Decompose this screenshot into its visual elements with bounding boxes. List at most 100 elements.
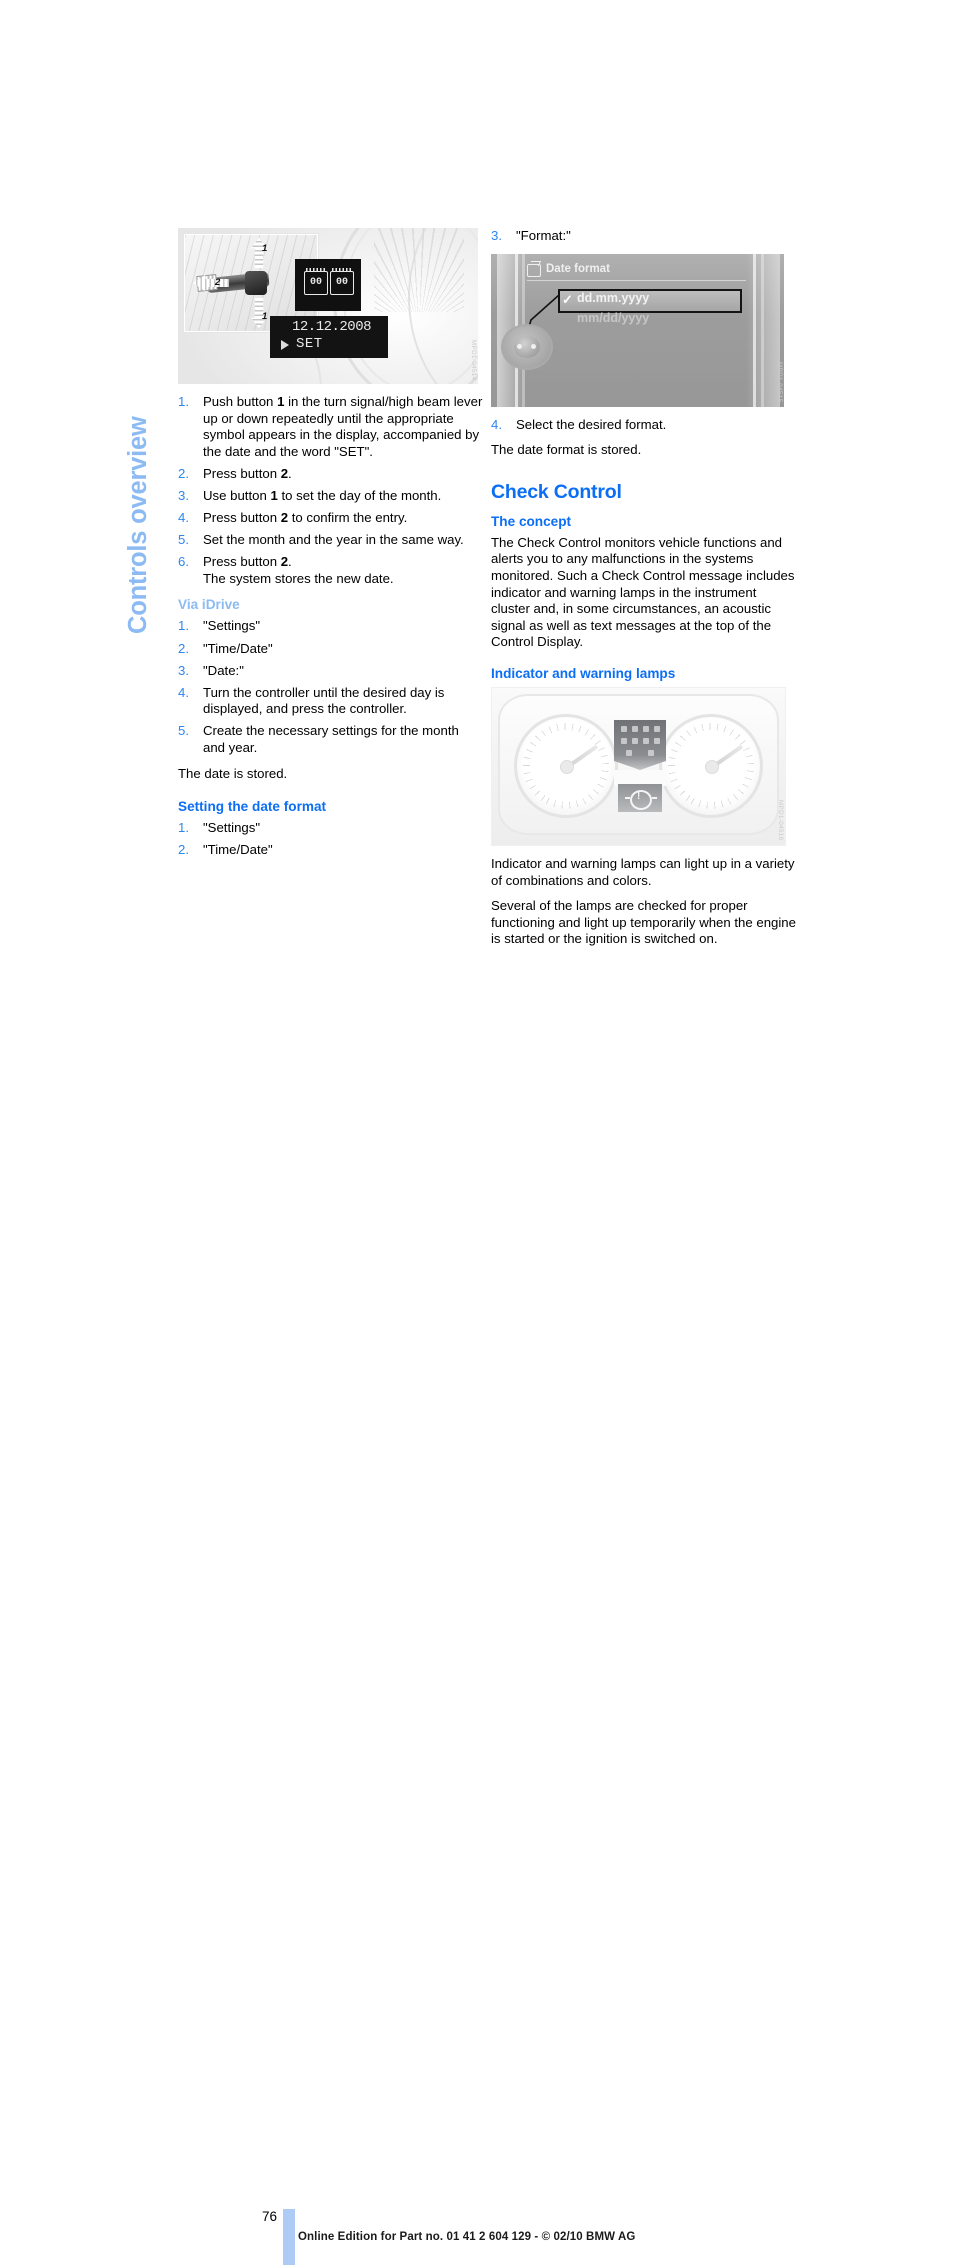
gauge-ticks (374, 228, 464, 312)
lever-knob (245, 271, 267, 295)
list-item: 2. Press button 2. (178, 466, 483, 483)
warning-lamp-row (618, 737, 662, 745)
note-format-stored: The date format is stored. (491, 442, 642, 458)
warning-lamp-icon (648, 749, 654, 756)
list-item-text: "Format:" (516, 228, 571, 243)
warning-lamp-icon (620, 725, 627, 732)
list-item: 3. "Format:" (491, 228, 796, 245)
speedometer-gauge (514, 713, 618, 818)
list-item: 6. Press button 2. The system stores the n… (178, 554, 483, 587)
list-item-number: 4. (178, 510, 189, 526)
list-item-text: "Date:" (203, 662, 244, 678)
chapter-tab: Controls overview (118, 214, 158, 634)
list-item: 2. "Time/Date" (178, 641, 483, 658)
list-item: 1. "Settings" (178, 820, 483, 837)
list-item-text: Turn the controller until the desired da… (203, 684, 445, 717)
list-item-number: 5. (178, 532, 189, 548)
steps-date-format-list: 1. "Settings" 2. "Time/Date" (178, 820, 483, 859)
left-column: 1 1 2 00 00 12.12.2008 SET MPD1-04514 1.… (178, 228, 483, 868)
footer-edition-note: Online Edition for Part no. 01 41 2 604 … (298, 2231, 636, 2243)
paragraph-lamps-1: Indicator and warning lamps can light up… (491, 855, 795, 888)
callout-2-left: 2 (215, 277, 221, 288)
warning-lamp-icon (631, 725, 638, 732)
calendar-digit-left: 00 (304, 268, 328, 295)
list-item: 1. "Settings" (178, 618, 483, 635)
figure-caption-code: MPD1-04516 (777, 800, 784, 841)
warning-lamp-row (618, 725, 662, 733)
gauge-hub (560, 759, 574, 774)
note-date-stored: The date is stored. (178, 765, 288, 781)
list-item-number: 3. (178, 487, 189, 503)
list-item-number: 4. (491, 416, 502, 432)
warning-lamp-icon (620, 737, 627, 744)
list-item-text: Press button 2 to confirm the entry. (203, 510, 408, 526)
heading-via-idrive: Via iDrive (178, 597, 240, 613)
list-item: 1. Push button 1 in the turn signal/high … (178, 394, 483, 460)
warning-lamp-icon (642, 725, 649, 732)
list-item: 4. Turn the controller until the desired … (178, 685, 483, 718)
brake-warning-display: ! (618, 783, 662, 812)
list-item-text: Create the necessary settings for the mo… (203, 723, 459, 755)
gauge-hub (705, 759, 719, 774)
tachometer-gauge (659, 713, 763, 818)
list-item: 4. Press button 2 to confirm the entry. (178, 510, 483, 527)
callout-1-down: 1 (262, 311, 268, 322)
menu-title-bar: Date format (527, 263, 746, 281)
menu-title-label: Date format (546, 262, 610, 275)
list-item-text: Set the month and the year in the same w… (203, 532, 464, 548)
list-item: 5. Create the necessary settings for the … (178, 723, 483, 756)
right-column: 3. "Format:" Date format ✓ dd.mm.yyyy mm/… (491, 228, 796, 957)
figure-lever-and-display: 1 1 2 00 00 12.12.2008 SET MPD1-04514 (178, 228, 478, 384)
list-item-number: 5. (178, 723, 189, 739)
controller-dot (517, 343, 522, 349)
instrument-display-symbol: 00 00 (295, 259, 361, 311)
checkmark-icon: ✓ (562, 291, 573, 307)
panel-rail (761, 253, 764, 407)
paragraph-lamps-2: Several of the lamps are checked for pro… (491, 898, 796, 947)
brake-warning-exclamation: ! (637, 790, 641, 802)
warning-lamp-icon (631, 737, 638, 744)
list-item-text: "Time/Date" (203, 640, 273, 656)
chapter-tab-label: Controls overview (124, 416, 152, 634)
list-item-number: 1. (178, 618, 189, 634)
list-item-text: Use button 1 to set the day of the month… (203, 487, 442, 503)
menu-option-other[interactable]: mm/dd/yyyy (577, 311, 649, 325)
heading-setting-date-format: Setting the date format (178, 799, 327, 815)
warning-lamp-panel (614, 719, 666, 770)
warning-lamp-icon (653, 725, 660, 732)
triangle-marker-icon (281, 340, 289, 350)
page-marker-bar (283, 2209, 295, 2265)
menu-option-selected[interactable]: dd.mm.yyyy (577, 291, 649, 305)
list-item-text: Press button 2. (203, 465, 292, 481)
list-item-text: Select the desired format. (516, 416, 667, 432)
heading-check-control: Check Control (491, 480, 622, 503)
page-number: 76 (262, 2209, 278, 2224)
warning-lamp-row (618, 749, 662, 757)
list-item-text: "Settings" (203, 618, 261, 634)
warning-lamp-icon (642, 737, 649, 744)
warning-lamp-icon (653, 737, 660, 744)
idrive-controller-illustration (501, 323, 553, 370)
panel-rail (753, 253, 756, 407)
step-select-list: 4. Select the desired format. (491, 417, 796, 434)
list-item: 4. Select the desired format. (491, 417, 796, 434)
display-date-value: 12.12.2008 (292, 319, 372, 335)
list-item-number: 2. (178, 465, 189, 481)
heading-indicator-warning-lamps: Indicator and warning lamps (491, 665, 676, 681)
instrument-display-date: 12.12.2008 SET (270, 316, 388, 358)
list-item: 5. Set the month and the year in the same… (178, 532, 483, 549)
list-item-number: 3. (491, 228, 502, 243)
controller-dot (531, 343, 536, 349)
list-item: 3. "Date:" (178, 663, 483, 680)
list-item: 3. Use button 1 to set the day of the mon… (178, 488, 483, 505)
figure-instrument-cluster: ! MPD1-04516 (491, 686, 786, 846)
figure-caption-code: MPD1-04514 (470, 339, 477, 380)
warning-lamp-icon (626, 749, 632, 756)
list-item-number: 2. (178, 842, 189, 858)
list-item-number: 4. (178, 684, 189, 700)
heading-the-concept: The concept (491, 513, 572, 529)
list-item-text: Push button 1 in the turn signal/high be… (203, 394, 483, 459)
display-set-label: SET (296, 336, 323, 352)
list-item-text: Press button 2. The system stores the new… (203, 554, 394, 586)
calendar-digit-right: 00 (330, 268, 354, 295)
